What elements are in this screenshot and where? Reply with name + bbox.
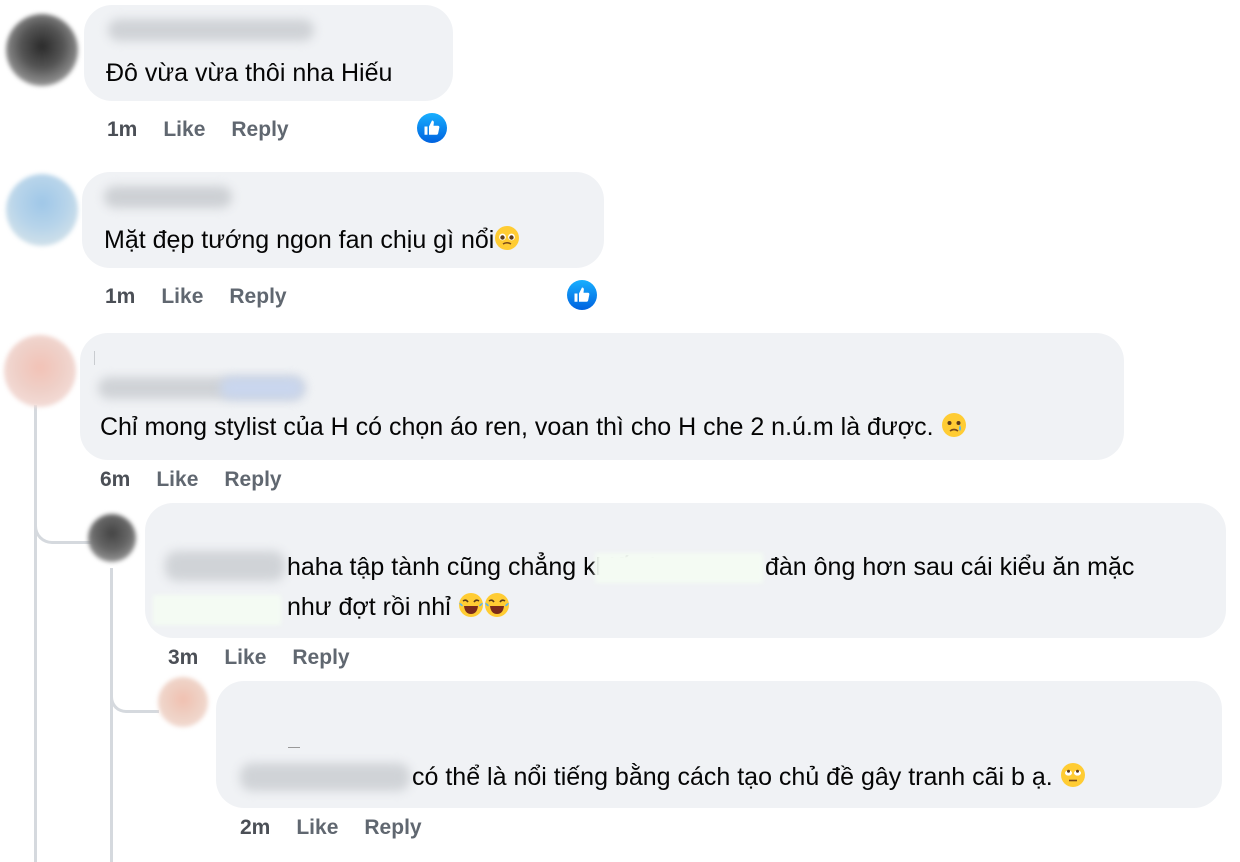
like-button[interactable]: Like (163, 118, 205, 141)
comment-actions: 3m Like Reply (168, 646, 376, 670)
comment-bubble: Mặt đẹp tướng ngon fan chịu gì nổi (82, 172, 604, 268)
thread-line-branch-2 (110, 680, 159, 713)
comment-text-line2: như đợt rồi nhỉ (287, 591, 510, 623)
author-name-blurred[interactable] (220, 377, 304, 399)
comment-actions: 1m Like Reply (105, 285, 313, 309)
like-reaction-badge[interactable] (415, 111, 449, 145)
comment-time[interactable]: 1m (105, 285, 135, 308)
pleading-face-icon (941, 413, 966, 437)
reply-button[interactable]: Reply (364, 816, 421, 839)
reply-button[interactable]: Reply (229, 285, 286, 308)
like-button[interactable]: Like (224, 646, 266, 669)
comment-bubble: Chỉ mong stylist của H có chọn áo ren, v… (80, 333, 1124, 460)
laughing-crying-icon (458, 593, 483, 617)
author-name-blurred[interactable] (240, 763, 410, 791)
eye-roll-icon (1060, 763, 1085, 787)
censored-patch (153, 595, 281, 625)
comment-bubble: có thể là nổi tiếng bằng cách tạo chủ đề… (216, 681, 1222, 808)
like-button[interactable]: Like (161, 285, 203, 308)
reply-button[interactable]: Reply (231, 118, 288, 141)
author-name-blurred[interactable] (165, 551, 285, 581)
avatar[interactable] (88, 514, 136, 562)
author-name-marker (94, 351, 95, 365)
like-button[interactable]: Like (296, 816, 338, 839)
avatar[interactable] (6, 14, 78, 86)
thread-line-main (34, 405, 37, 862)
thumbs-up-icon (574, 287, 590, 302)
censored-patch (595, 553, 763, 583)
comment-time[interactable]: 6m (100, 468, 130, 491)
comment-bubble: Đô vừa vừa thôi nha Hiếu (84, 5, 453, 101)
author-name-marker (288, 747, 300, 748)
comment-time[interactable]: 2m (240, 816, 270, 839)
like-reaction-badge[interactable] (565, 278, 599, 312)
comment-actions: 1m Like Reply (107, 118, 315, 142)
comment-text: Đô vừa vừa thôi nha Hiếu (106, 59, 393, 87)
comment-time[interactable]: 3m (168, 646, 198, 669)
comment-time[interactable]: 1m (107, 118, 137, 141)
laughing-crying-icon (484, 593, 509, 617)
avatar[interactable] (6, 174, 78, 246)
pleading-face-icon (495, 226, 520, 250)
comment-actions: 2m Like Reply (240, 816, 448, 840)
thumbs-up-icon (424, 120, 440, 135)
comment-text: có thể là nổi tiếng bằng cách tạo chủ đề… (412, 761, 1086, 793)
reply-button[interactable]: Reply (292, 646, 349, 669)
reply-button[interactable]: Reply (224, 468, 281, 491)
avatar[interactable] (158, 677, 208, 727)
thread-line-sub (110, 568, 113, 862)
author-name-blurred[interactable] (108, 19, 314, 41)
comment-bubble: haha tập tành cũng chẳng khiến h đàn ông… (145, 503, 1226, 638)
avatar[interactable] (4, 335, 76, 407)
author-name-blurred[interactable] (104, 186, 232, 208)
comment-actions: 6m Like Reply (100, 468, 308, 492)
comment-text: Mặt đẹp tướng ngon fan chịu gì nổi (104, 224, 520, 256)
comment-text-line1b: đàn ông hơn sau cái kiểu ăn mặc (765, 553, 1135, 581)
comment-text: Chỉ mong stylist của H có chọn áo ren, v… (100, 411, 967, 443)
like-button[interactable]: Like (156, 468, 198, 491)
